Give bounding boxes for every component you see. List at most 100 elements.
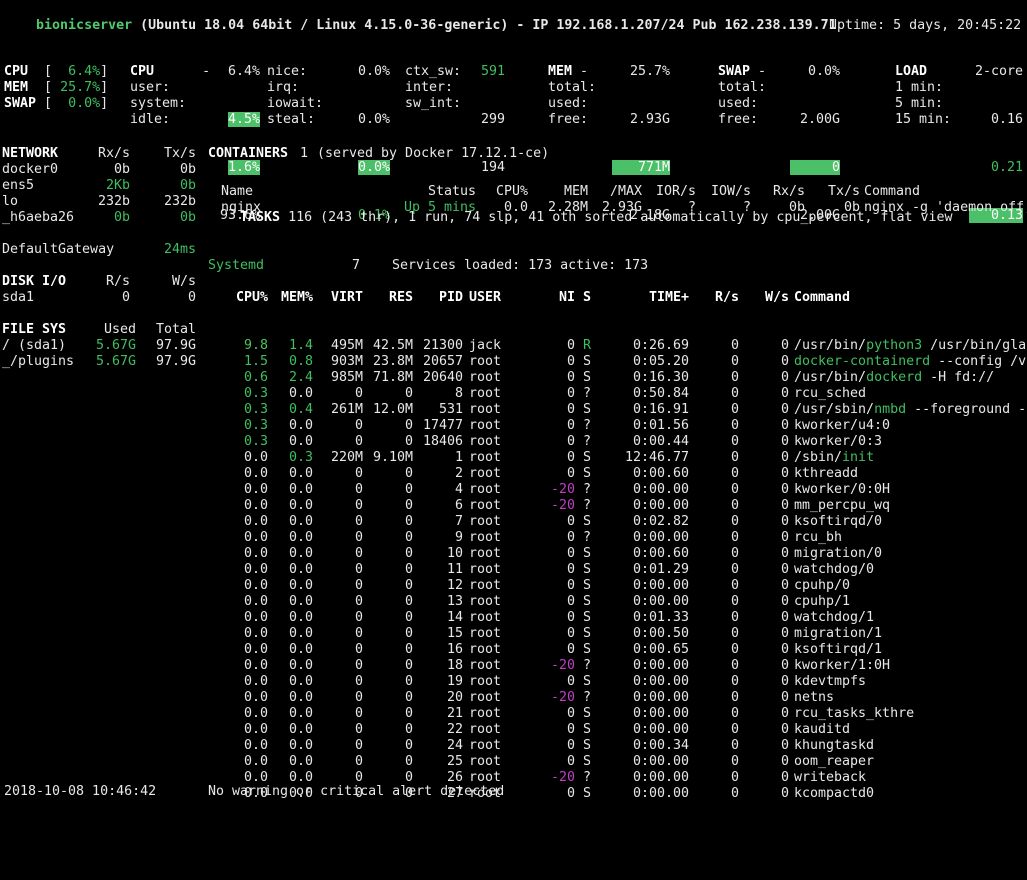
process-cell-command: cpuhp/1 [794, 594, 851, 609]
process-cell-write: 0 [780, 466, 789, 481]
mem-used-label: used: [548, 96, 589, 111]
process-cell-command: /sbin/init [794, 450, 875, 465]
tasks-title: TASKS [240, 210, 281, 225]
cpu-header-value: 6.4% [227, 64, 260, 79]
process-header-command[interactable]: Command [794, 290, 850, 306]
process-cell-command: kworker/0:3 [794, 434, 883, 449]
process-header-write[interactable]: W/s [208, 290, 789, 306]
quicklook-swap-value: 0.0% [52, 96, 101, 111]
network-row-tx: 0b [179, 210, 196, 225]
network-row-tx: 0b [179, 178, 196, 193]
uptime-value: 5 days, 20:45:22 [893, 18, 1022, 33]
network-row-tx: 0b [179, 162, 196, 177]
process-cell-write: 0 [780, 706, 789, 721]
uptime-label: Uptime: [829, 18, 886, 33]
process-cell-command: migration/0 [794, 546, 883, 561]
bracket-open: [ [44, 80, 53, 95]
process-cell-write: 0 [780, 498, 789, 513]
process-cell-write: 0 [780, 370, 789, 385]
process-cell-command: /usr/bin/dockerd -H fd:// [794, 370, 995, 385]
mem-header-dash: - [580, 64, 589, 79]
process-cell-command: rcu_bh [794, 530, 843, 545]
quicklook-cpu-label: CPU [4, 64, 37, 79]
cpu-iowait-label: iowait: [267, 96, 324, 111]
swint-label: sw_int: [405, 96, 462, 111]
process-cell-write: 0 [780, 354, 789, 369]
mem-header-value: 25.7% [629, 64, 670, 79]
process-cell-write: 0 [780, 658, 789, 673]
inter-label: inter: [405, 80, 454, 95]
process-cell-command: kdevtmpfs [794, 674, 867, 689]
cpu-nice-label: nice: [267, 64, 308, 79]
hostname-label: bionicserver [36, 18, 133, 33]
filesys-row-total: 97.9G [155, 354, 196, 369]
bracket-close: ] [100, 64, 109, 79]
system-info-label: (Ubuntu 18.04 64bit / Linux 4.15.0-36-ge… [132, 18, 837, 33]
swap-total-label: total: [718, 80, 767, 95]
process-cell-write: 0 [780, 594, 789, 609]
quicklook-swap-label: SWAP [4, 96, 37, 111]
quicklook-mem-value: 25.7% [52, 80, 101, 95]
cpu-header-label: CPU [130, 64, 155, 79]
cpu-nice-value: 0.0% [357, 64, 390, 79]
containers-served-by: (served by Docker 17.12.1-ce) [317, 146, 550, 161]
swap-used-label: used: [718, 96, 759, 111]
process-cell-write: 0 [780, 642, 789, 657]
containers-count: 1 [300, 146, 309, 161]
process-cell-command: kauditd [794, 722, 851, 737]
quicklook-mem-label: MEM [4, 80, 37, 95]
process-cell-write: 0 [780, 418, 789, 433]
process-cell-command: kworker/1:0H [794, 658, 891, 673]
diskio-w-header: W/s [171, 274, 196, 289]
process-cell-write: 0 [780, 626, 789, 641]
bracket-open: [ [44, 96, 53, 111]
process-cell-command: /usr/sbin/nmbd --foreground --no [794, 402, 1027, 417]
process-cell-command: /usr/bin/python3 /usr/bin/glance [794, 338, 1027, 353]
process-cell-write: 0 [780, 514, 789, 529]
process-cell-command: ksoftirqd/1 [794, 642, 883, 657]
bracket-open: [ [44, 64, 53, 79]
process-cell-write: 0 [780, 434, 789, 449]
load-1min-label: 1 min: [895, 80, 944, 95]
process-cell-command: watchdog/0 [794, 562, 875, 577]
mem-total-label: total: [548, 80, 597, 95]
cpu-irq-label: irq: [267, 80, 300, 95]
process-cell-write: 0 [780, 386, 789, 401]
filesystem-panel[interactable]: FILE SYS Used Total / (sda1) 5.67G 97.9G… [2, 290, 198, 562]
bracket-close: ] [100, 80, 109, 95]
process-cell-write: 0 [780, 690, 789, 705]
load-5min-label: 5 min: [895, 96, 944, 111]
process-cell-write: 0 [780, 402, 789, 417]
process-cell-command: docker-containerd --config /var/ [794, 354, 1027, 369]
status-bar: 2018-10-08 10:46:42 No warning or critic… [4, 752, 1027, 880]
ctxsw-value: 591 [480, 64, 505, 79]
load-cores-value: 2-core [974, 64, 1023, 79]
cpu-system-label: system: [130, 96, 187, 111]
quicklook-rows: CPU [ 6.4%] MEM [ 25.7%] SWAP [ 0.0%] [4, 64, 108, 112]
process-table[interactable]: CPU% MEM% VIRT RES PID USER NI S TIME+ R… [208, 258, 1027, 834]
process-cell-command: kthreadd [794, 466, 859, 481]
status-alert-message: No warning or critical alert detected [208, 784, 505, 799]
process-cell-command: kworker/u4:0 [794, 418, 891, 433]
quicklook-cpu-value: 6.4% [52, 64, 101, 79]
filesys-row-total: 97.9G [155, 338, 196, 353]
process-cell-write: 0 [780, 450, 789, 465]
cpu-user-label: user: [130, 80, 171, 95]
containers-title: CONTAINERS [208, 146, 289, 161]
process-cell-command: watchdog/1 [794, 610, 875, 625]
process-cell-command: ksoftirqd/0 [794, 514, 883, 529]
process-cell-write: 0 [780, 562, 789, 577]
status-datetime: 2018-10-08 10:46:42 [4, 784, 157, 799]
process-cell-write: 0 [780, 674, 789, 689]
process-cell-write: 0 [780, 610, 789, 625]
process-cell-command: migration/1 [794, 626, 883, 641]
process-cell-write: 0 [780, 530, 789, 545]
ctxsw-label: ctx_sw: [405, 64, 462, 79]
load-header-label: LOAD [895, 64, 928, 79]
network-row-tx: 232b [163, 194, 196, 209]
process-cell-command: cpuhp/0 [794, 578, 851, 593]
glances-terminal-screen: bionicserver (Ubuntu 18.04 64bit / Linux… [0, 0, 1027, 801]
bracket-close: ] [100, 96, 109, 111]
process-cell-write: 0 [780, 482, 789, 497]
network-tx-header: Tx/s [163, 146, 196, 161]
